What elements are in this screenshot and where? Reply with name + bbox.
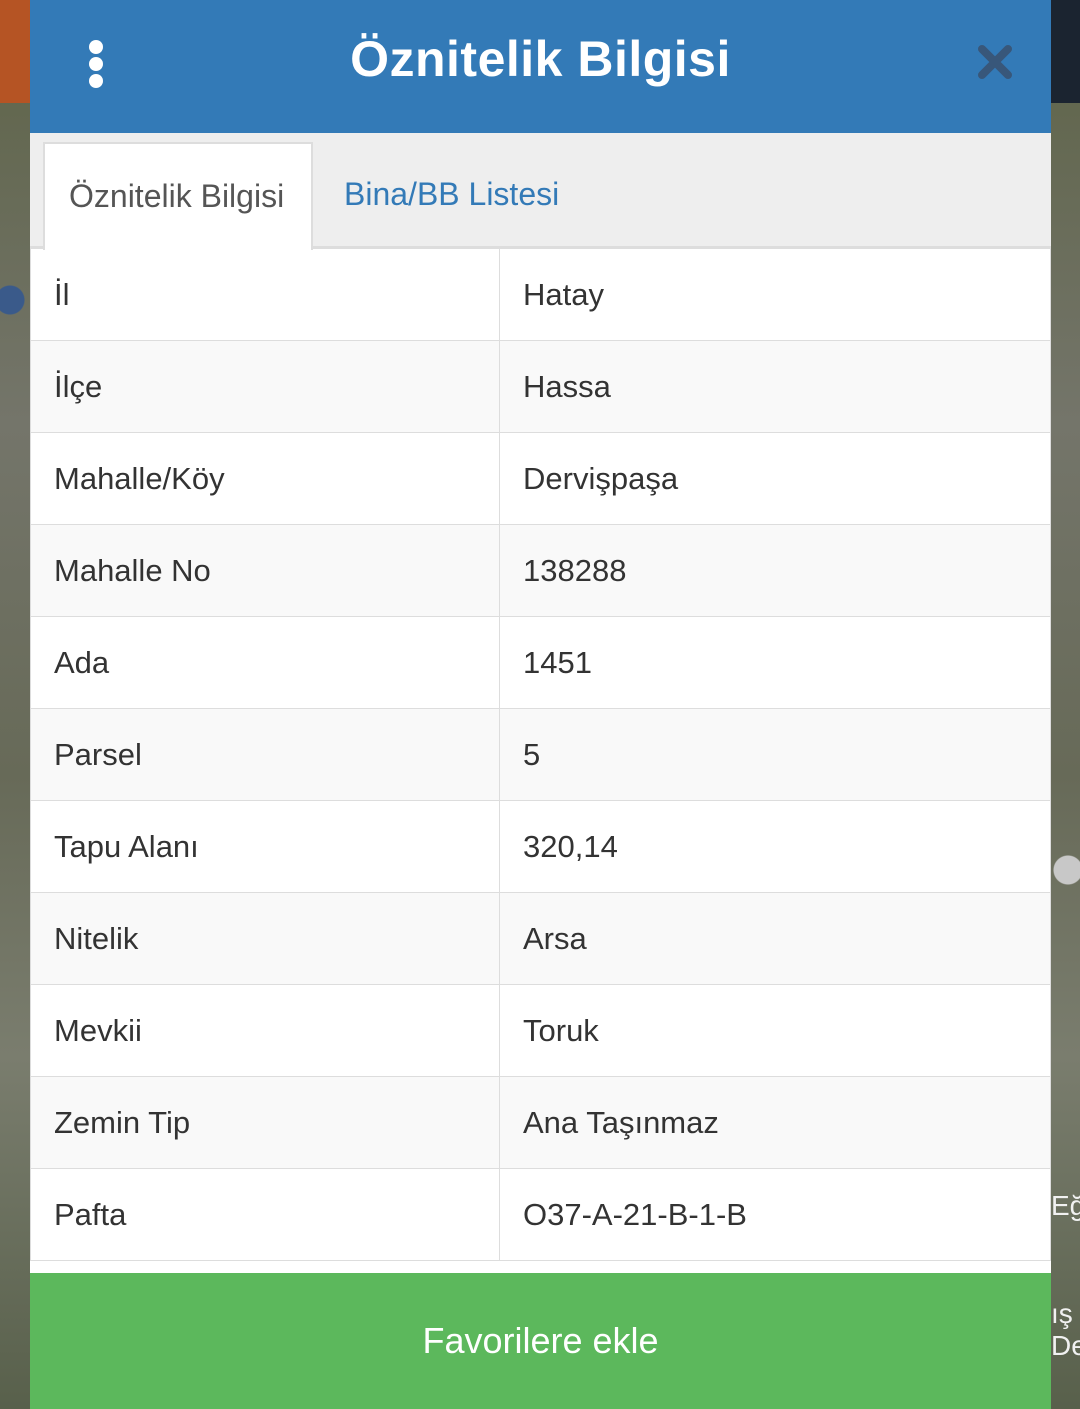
attribute-key: Parsel — [30, 708, 500, 801]
attribute-value: Toruk — [499, 984, 1051, 1077]
attribute-key: Zemin Tip — [30, 1076, 500, 1169]
dialog-title: Öznitelik Bilgisi — [350, 31, 731, 87]
table-row: Mevkii Toruk — [30, 984, 1051, 1077]
attribute-key: Mevkii — [30, 984, 500, 1077]
attribute-table: İl Hatay İlçe Hassa Mahalle/Köy Dervişpaşa Mah… — [30, 248, 1051, 1261]
attribute-value: 320,14 — [499, 800, 1051, 893]
attribute-value: Dervişpaşa — [499, 432, 1051, 525]
map-orange-area — [0, 0, 30, 103]
dialog-header: Öznitelik Bilgisi — [30, 0, 1051, 133]
attribute-key: Mahalle No — [30, 524, 500, 617]
attribute-key: İlçe — [30, 340, 500, 433]
map-label: De — [1051, 1330, 1080, 1361]
attribute-key: Mahalle/Köy — [30, 432, 500, 525]
table-row: Parsel 5 — [30, 708, 1051, 801]
attribute-value: O37-A-21-B-1-B — [499, 1168, 1051, 1261]
tab-attribute-info[interactable]: Öznitelik Bilgisi — [43, 142, 313, 250]
table-row: Tapu Alanı 320,14 — [30, 800, 1051, 893]
attribute-key: Pafta — [30, 1168, 500, 1261]
attribute-key: Nitelik — [30, 892, 500, 985]
tab-building-list[interactable]: Bina/BB Listesi — [320, 142, 583, 248]
add-to-favorites-button[interactable]: Favorilere ekle — [30, 1273, 1051, 1409]
attribute-value: 138288 — [499, 524, 1051, 617]
table-row: Pafta O37-A-21-B-1-B — [30, 1168, 1051, 1261]
attribute-key: Ada — [30, 616, 500, 709]
table-row: İl Hatay — [30, 248, 1051, 341]
map-label: ış — [1051, 1298, 1073, 1329]
attribute-value: Hatay — [499, 248, 1051, 341]
attribute-dialog: Öznitelik Bilgisi Öznitelik Bilgisi Bina… — [30, 0, 1051, 1409]
close-icon[interactable] — [975, 42, 1015, 82]
table-row: Mahalle/Köy Dervişpaşa — [30, 432, 1051, 525]
map-label: Eğ — [1051, 1190, 1080, 1221]
tab-bar: Öznitelik Bilgisi Bina/BB Listesi — [30, 133, 1051, 250]
attribute-value: 1451 — [499, 616, 1051, 709]
attribute-value: 5 — [499, 708, 1051, 801]
attribute-value: Ana Taşınmaz — [499, 1076, 1051, 1169]
table-row: Zemin Tip Ana Taşınmaz — [30, 1076, 1051, 1169]
attribute-value: Arsa — [499, 892, 1051, 985]
table-row: İlçe Hassa — [30, 340, 1051, 433]
table-row: Ada 1451 — [30, 616, 1051, 709]
table-row: Nitelik Arsa — [30, 892, 1051, 985]
table-row: Mahalle No 138288 — [30, 524, 1051, 617]
attribute-value: Hassa — [499, 340, 1051, 433]
map-dark-area — [1051, 0, 1080, 103]
attribute-key: İl — [30, 248, 500, 341]
attribute-key: Tapu Alanı — [30, 800, 500, 893]
